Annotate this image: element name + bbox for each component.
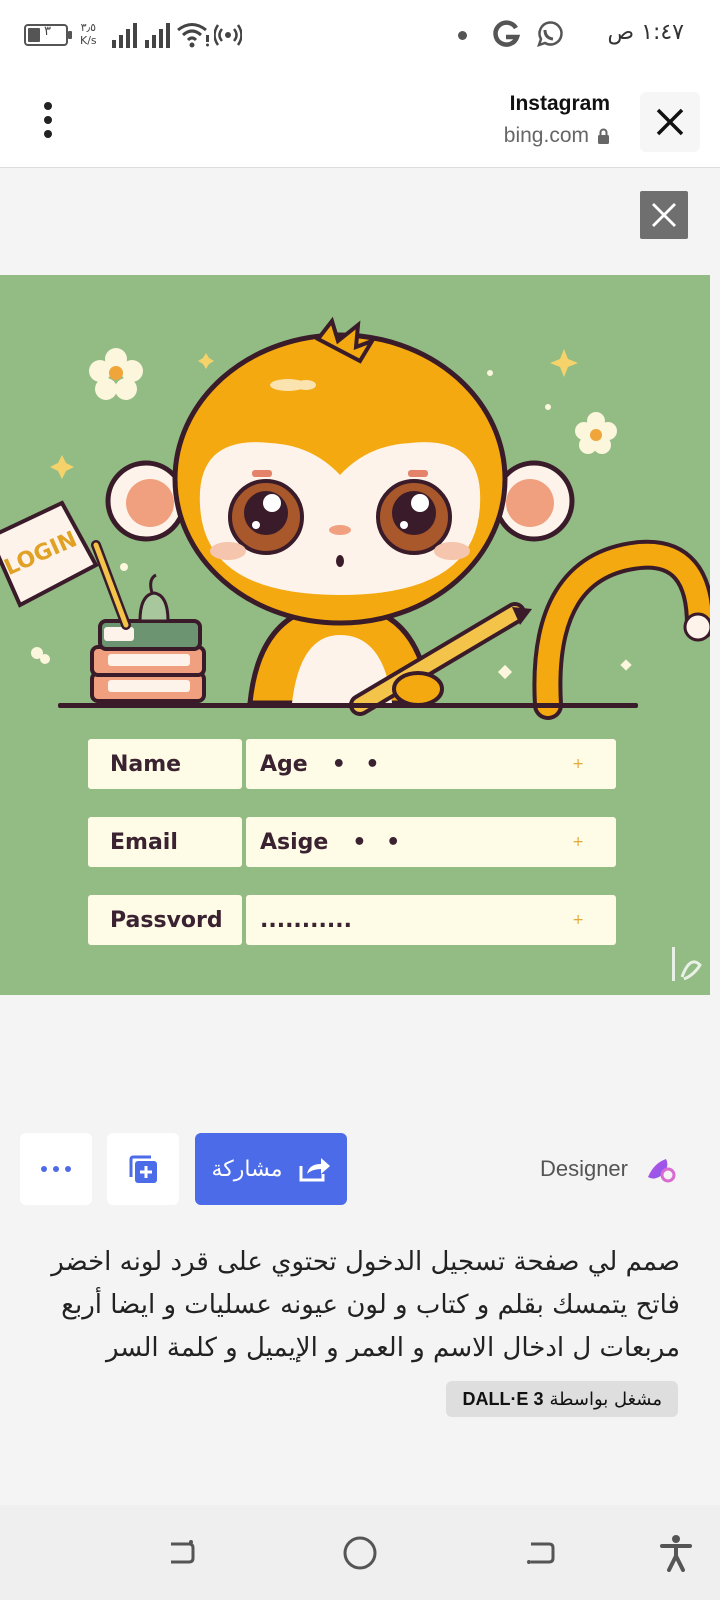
battery-level: ٣ [44,24,51,39]
navigation-bar [0,1505,720,1600]
page-title: Instagram [509,92,610,115]
share-icon [299,1158,330,1182]
lock-icon [598,128,609,144]
close-icon[interactable] [640,92,700,152]
field-value: Asige [260,829,329,855]
whatsapp-icon [537,21,563,47]
page-url: bing.com [504,124,610,148]
add-to-collection-button[interactable] [107,1133,179,1205]
notification-dot-icon [458,31,467,40]
hotspot-icon [214,24,242,46]
plus-icon: + [572,834,584,850]
form-label-password: Passvord [88,895,242,945]
badge-prefix: مشغل بواسطة [549,1388,662,1410]
prompt-text: صمم لي صفحة تسجيل الدخول تحتوي على قرد ل… [51,1247,680,1363]
accessibility-button[interactable] [652,1529,700,1577]
overflow-menu-icon[interactable] [30,96,66,144]
form-field-password: ........... + [246,895,616,945]
form-field-email: Asige • • + [246,817,616,867]
share-button[interactable]: مشاركة [195,1133,347,1205]
badge-model: DALL·E 3 [462,1388,544,1409]
signal-icon [112,23,170,48]
home-button[interactable] [336,1529,384,1577]
field-dots: • • [331,751,386,777]
back-button[interactable] [516,1529,564,1577]
form-label-email: Email [88,817,242,867]
more-options-button[interactable] [20,1133,92,1205]
designer-link[interactable]: Designer [540,1149,676,1189]
designer-label: Designer [539,1156,628,1181]
recents-icon [171,1540,195,1564]
google-icon [493,20,520,47]
monkey-illustration: LOGIN [0,316,710,981]
net-speed-unit: K/s [80,34,97,47]
home-icon [343,1536,377,1570]
add-collection-icon [129,1155,157,1183]
accessibility-icon [660,1535,692,1572]
browser-header: Instagram bing.com [0,72,720,168]
field-value: ........... [260,907,352,933]
designer-icon [648,1159,676,1183]
wifi-icon [177,23,209,48]
url-text: bing.com [503,124,589,147]
form-field-name: Age • • + [246,739,616,789]
share-label: مشاركة [211,1156,283,1182]
image-viewer: LOGIN Name Age • • + Email Asige • • + P… [0,169,720,1505]
viewer-close-button[interactable] [640,191,688,239]
status-time: ١:٤٧ ص [607,20,684,45]
form-label-name: Name [88,739,242,789]
field-dots: • • [352,829,407,855]
back-icon [527,1542,555,1564]
plus-icon: + [572,912,584,928]
powered-by-badge: مشغل بواسطة DALL·E 3 [446,1381,678,1417]
generated-image[interactable]: LOGIN Name Age • • + Email Asige • • + P… [0,275,710,995]
battery-icon: ٣ [24,24,72,46]
status-bar: ٣ ٣٫٥ K/s ١:٤٧ ص [0,0,720,72]
field-value: Age [260,751,308,777]
plus-icon: + [572,756,584,772]
recents-button[interactable] [156,1529,204,1577]
close-icon [652,203,676,227]
net-speed-value: ٣٫٥ [80,21,97,34]
network-speed: ٣٫٥ K/s [80,21,97,47]
